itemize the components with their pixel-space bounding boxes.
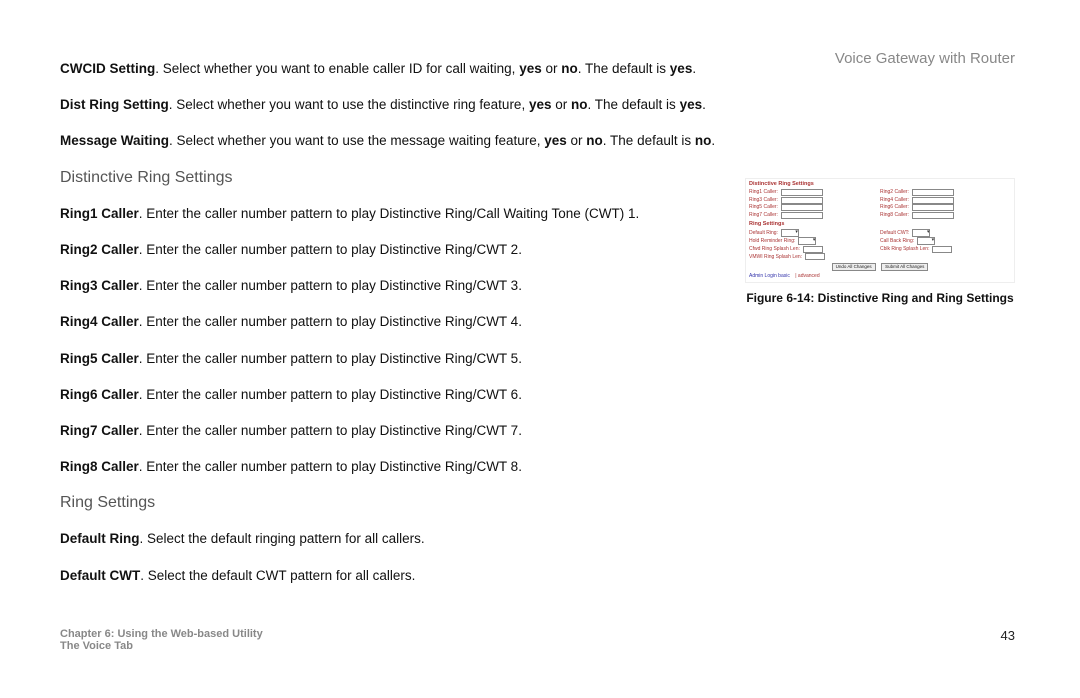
figure-screenshot: Distinctive Ring Settings Ring1 Caller:R… (745, 178, 1015, 283)
para-mw: Message Waiting. Select whether you want… (60, 132, 930, 150)
fig-select (798, 237, 816, 245)
para-dist: Dist Ring Setting. Select whether you wa… (60, 96, 930, 114)
fig-input (912, 212, 954, 219)
page-footer: Chapter 6: Using the Web-based Utility T… (60, 628, 1015, 652)
para-ring6: Ring6 Caller. Enter the caller number pa… (60, 386, 930, 404)
fig-select (917, 237, 935, 245)
figure-box: Distinctive Ring Settings Ring1 Caller:R… (745, 178, 1015, 305)
fig-input (932, 246, 952, 253)
para-cwcid: CWCID Setting. Select whether you want t… (60, 60, 930, 78)
para-ring7: Ring7 Caller. Enter the caller number pa… (60, 422, 930, 440)
figure-caption: Figure 6-14: Distinctive Ring and Ring S… (745, 291, 1015, 305)
fig-input (912, 204, 954, 211)
main-content: CWCID Setting. Select whether you want t… (60, 50, 1020, 585)
fig-input (781, 204, 823, 211)
mw-label: Message Waiting (60, 133, 169, 148)
para-ring4: Ring4 Caller. Enter the caller number pa… (60, 313, 930, 331)
fig-links: Admin Login basic | advanced (749, 273, 1011, 280)
fig-input (781, 197, 823, 204)
fig-submit-button: Submit All Changes (881, 263, 928, 271)
footer-section: The Voice Tab (60, 640, 1015, 652)
fig-select (781, 229, 799, 237)
fig-section-ring: Ring Settings (749, 221, 1011, 228)
fig-select (912, 229, 930, 237)
section-ring-settings: Ring Settings (60, 494, 1020, 512)
footer-chapter: Chapter 6: Using the Web-based Utility (60, 628, 1015, 640)
fig-input (781, 212, 823, 219)
fig-input (912, 197, 954, 204)
dist-label: Dist Ring Setting (60, 97, 169, 112)
para-ring8: Ring8 Caller. Enter the caller number pa… (60, 458, 930, 476)
fig-input (912, 189, 954, 196)
fig-input (805, 253, 825, 260)
para-default-ring: Default Ring. Select the default ringing… (60, 530, 930, 548)
para-ring5: Ring5 Caller. Enter the caller number pa… (60, 350, 930, 368)
page-header: Voice Gateway with Router (835, 50, 1015, 67)
fig-input (781, 189, 823, 196)
cwcid-label: CWCID Setting (60, 61, 155, 76)
fig-undo-button: Undo All Changes (832, 263, 876, 271)
fig-section-distinctive: Distinctive Ring Settings (749, 181, 1011, 188)
page-number: 43 (1001, 628, 1015, 643)
para-default-cwt: Default CWT. Select the default CWT patt… (60, 567, 930, 585)
fig-input (803, 246, 823, 253)
